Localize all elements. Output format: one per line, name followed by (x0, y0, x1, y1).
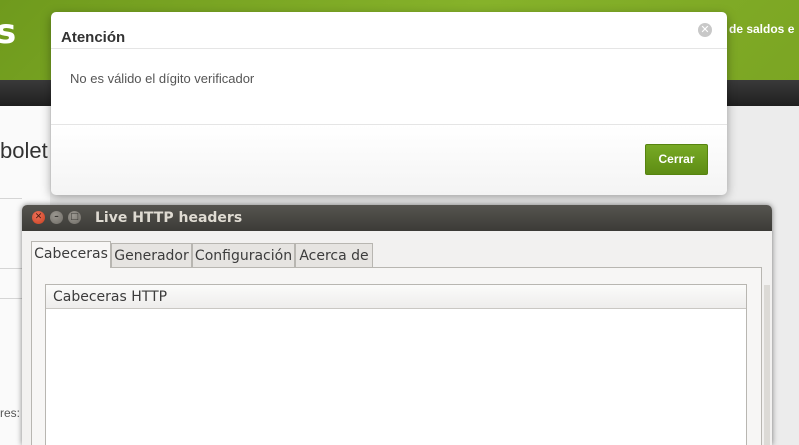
tab-acerca-de[interactable]: Acerca de (295, 243, 373, 268)
window-maximize-icon[interactable]: □ (68, 211, 81, 224)
window-scrollbar[interactable] (764, 285, 770, 445)
site-divider (0, 268, 22, 269)
site-divider (0, 198, 22, 199)
column-header-cabeceras-http[interactable]: Cabeceras HTTP (46, 285, 746, 309)
modal-footer (51, 124, 727, 195)
close-button[interactable]: Cerrar (645, 144, 708, 175)
site-logo[interactable]: s (0, 12, 16, 52)
tab-generador[interactable]: Generador (111, 243, 192, 268)
window-minimize-icon[interactable]: – (50, 211, 63, 224)
tab-configuracion[interactable]: Configuración (192, 243, 295, 268)
window-titlebar[interactable]: ✕ – □ Live HTTP headers (22, 205, 772, 231)
window-title: Live HTTP headers (95, 210, 243, 226)
live-http-headers-window: ✕ – □ Live HTTP headers Cabeceras Genera… (22, 205, 772, 445)
site-page-title: bolet (0, 138, 48, 163)
close-icon[interactable]: ✕ (698, 23, 712, 37)
site-nav-link[interactable]: de saldos e (729, 22, 799, 36)
tab-cabeceras[interactable]: Cabeceras (31, 241, 111, 268)
modal-divider (51, 48, 727, 49)
alert-modal: Atención ✕ No es válido el dígito verifi… (51, 12, 727, 195)
window-close-icon[interactable]: ✕ (32, 211, 45, 224)
headers-list[interactable]: Cabeceras HTTP (45, 284, 747, 445)
site-divider (0, 298, 22, 299)
modal-title: Atención (61, 29, 126, 46)
modal-message: No es válido el dígito verificador (70, 71, 255, 86)
site-text-snippet: res: (0, 406, 21, 420)
